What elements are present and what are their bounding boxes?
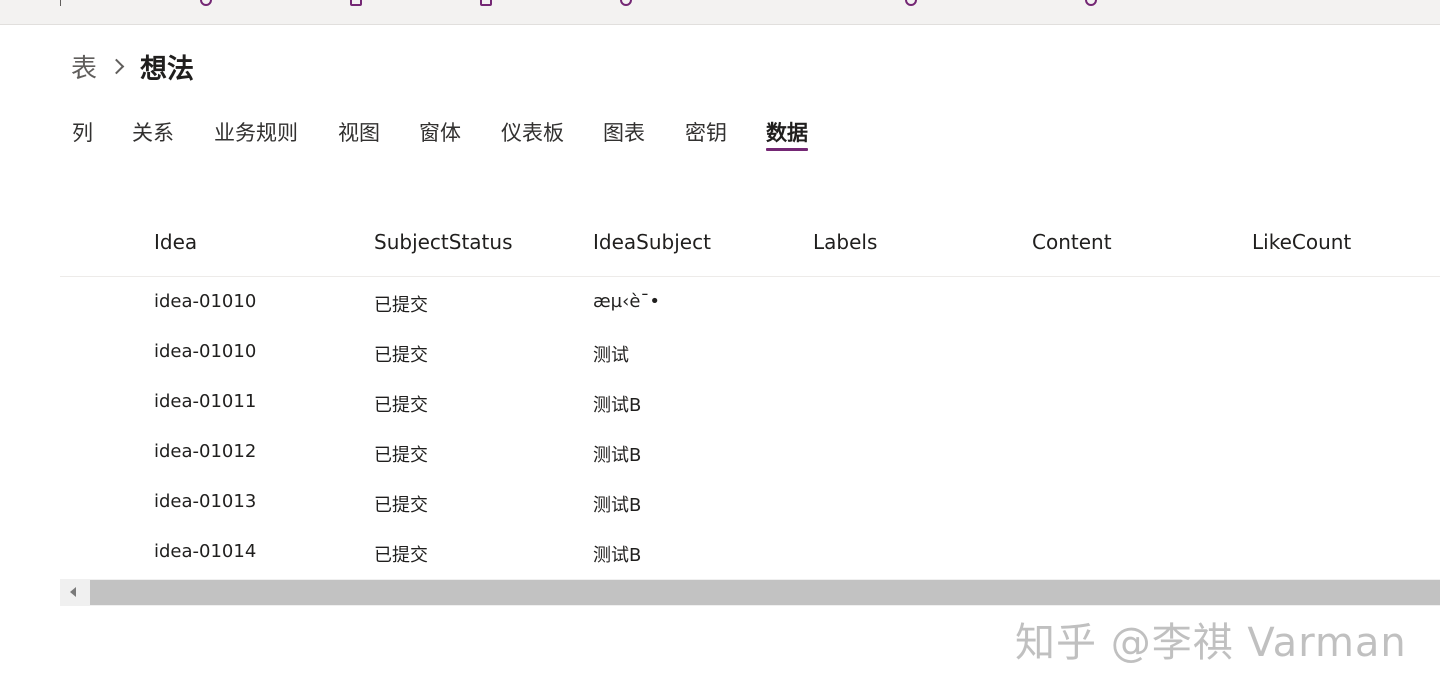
- command-bar-item-3[interactable]: [480, 0, 500, 8]
- command-icon: [620, 0, 632, 6]
- table-row[interactable]: idea-01013 已提交 测试B: [60, 477, 1440, 527]
- cell-ideasubject: 测试: [593, 345, 629, 366]
- tab-business-rules[interactable]: 业务规则: [214, 116, 298, 150]
- command-icon: [1085, 0, 1097, 6]
- top-command-bar: [0, 0, 1440, 25]
- column-header-labels[interactable]: Labels: [813, 230, 877, 254]
- cell-subjectstatus: 已提交: [374, 295, 428, 316]
- horizontal-scrollbar[interactable]: [60, 579, 1440, 606]
- grid-header-row: Idea SubjectStatus IdeaSubject Labels Co…: [60, 214, 1440, 277]
- command-icon: [350, 0, 362, 6]
- cell-ideasubject: 测试B: [593, 545, 642, 566]
- command-icon: [200, 0, 212, 6]
- tab-label: 列: [72, 121, 93, 145]
- breadcrumb-root-link[interactable]: 表: [71, 48, 97, 85]
- tab-keys[interactable]: 密钥: [685, 116, 727, 150]
- scrollbar-thumb[interactable]: [90, 580, 1440, 605]
- tab-label: 窗体: [419, 121, 461, 145]
- cell-idea: idea-01014: [154, 541, 257, 562]
- cell-subjectstatus: 已提交: [374, 495, 428, 516]
- cell-subjectstatus: 已提交: [374, 445, 428, 466]
- cell-ideasubject: 测试B: [593, 395, 642, 416]
- tab-columns[interactable]: 列: [72, 116, 93, 150]
- scroll-left-button[interactable]: [60, 579, 89, 606]
- command-bar-divider: [60, 0, 61, 6]
- column-header-subjectstatus[interactable]: SubjectStatus: [374, 230, 513, 254]
- tab-label: 图表: [603, 121, 645, 145]
- cell-subjectstatus: 已提交: [374, 395, 428, 416]
- tab-views[interactable]: 视图: [338, 116, 380, 150]
- tab-label: 业务规则: [214, 121, 298, 145]
- cell-ideasubject: æµ‹è¯•: [593, 291, 661, 312]
- tab-relationships[interactable]: 关系: [132, 116, 174, 150]
- watermark: 知乎 @李祺 Varman: [1015, 620, 1407, 666]
- command-bar-item-5[interactable]: [905, 0, 925, 8]
- column-header-likecount[interactable]: LikeCount: [1252, 230, 1351, 254]
- table-row[interactable]: idea-01010 已提交 æµ‹è¯•: [60, 277, 1440, 327]
- tab-data[interactable]: 数据: [766, 116, 808, 151]
- chevron-right-icon: [108, 58, 125, 74]
- command-bar-item-4[interactable]: [620, 0, 640, 8]
- command-bar-item-6[interactable]: [1085, 0, 1105, 8]
- table-row[interactable]: idea-01010 已提交 测试: [60, 327, 1440, 377]
- breadcrumb: 表 想法: [71, 46, 194, 86]
- column-header-content[interactable]: Content: [1032, 230, 1112, 254]
- command-bar-item-2[interactable]: [350, 0, 370, 8]
- cell-idea: idea-01010: [154, 291, 257, 312]
- active-tab-indicator: [766, 148, 808, 151]
- tab-label: 数据: [766, 121, 808, 145]
- command-icon: [905, 0, 917, 6]
- tab-charts[interactable]: 图表: [603, 116, 645, 150]
- tab-forms[interactable]: 窗体: [419, 116, 461, 150]
- tab-label: 仪表板: [501, 121, 564, 145]
- cell-subjectstatus: 已提交: [374, 545, 428, 566]
- cell-ideasubject: 测试B: [593, 495, 642, 516]
- column-header-ideasubject[interactable]: IdeaSubject: [593, 230, 711, 254]
- command-bar-item-1[interactable]: [200, 0, 220, 8]
- cell-ideasubject: 测试B: [593, 445, 642, 466]
- cell-idea: idea-01011: [154, 391, 257, 412]
- tab-dashboards[interactable]: 仪表板: [501, 116, 564, 150]
- table-row[interactable]: idea-01011 已提交 测试B: [60, 377, 1440, 427]
- cell-idea: idea-01012: [154, 441, 257, 462]
- table-row[interactable]: idea-01014 已提交 测试B: [60, 527, 1440, 577]
- tab-label: 密钥: [685, 121, 727, 145]
- tab-label: 关系: [132, 121, 174, 145]
- cell-idea: idea-01013: [154, 491, 257, 512]
- caret-left-icon: [70, 587, 76, 597]
- cell-subjectstatus: 已提交: [374, 345, 428, 366]
- data-grid: Idea SubjectStatus IdeaSubject Labels Co…: [60, 214, 1440, 577]
- command-icon: [480, 0, 492, 6]
- tab-label: 视图: [338, 121, 380, 145]
- table-row[interactable]: idea-01012 已提交 测试B: [60, 427, 1440, 477]
- cell-idea: idea-01010: [154, 341, 257, 362]
- column-header-idea[interactable]: Idea: [154, 230, 197, 254]
- page-title: 想法: [140, 53, 195, 85]
